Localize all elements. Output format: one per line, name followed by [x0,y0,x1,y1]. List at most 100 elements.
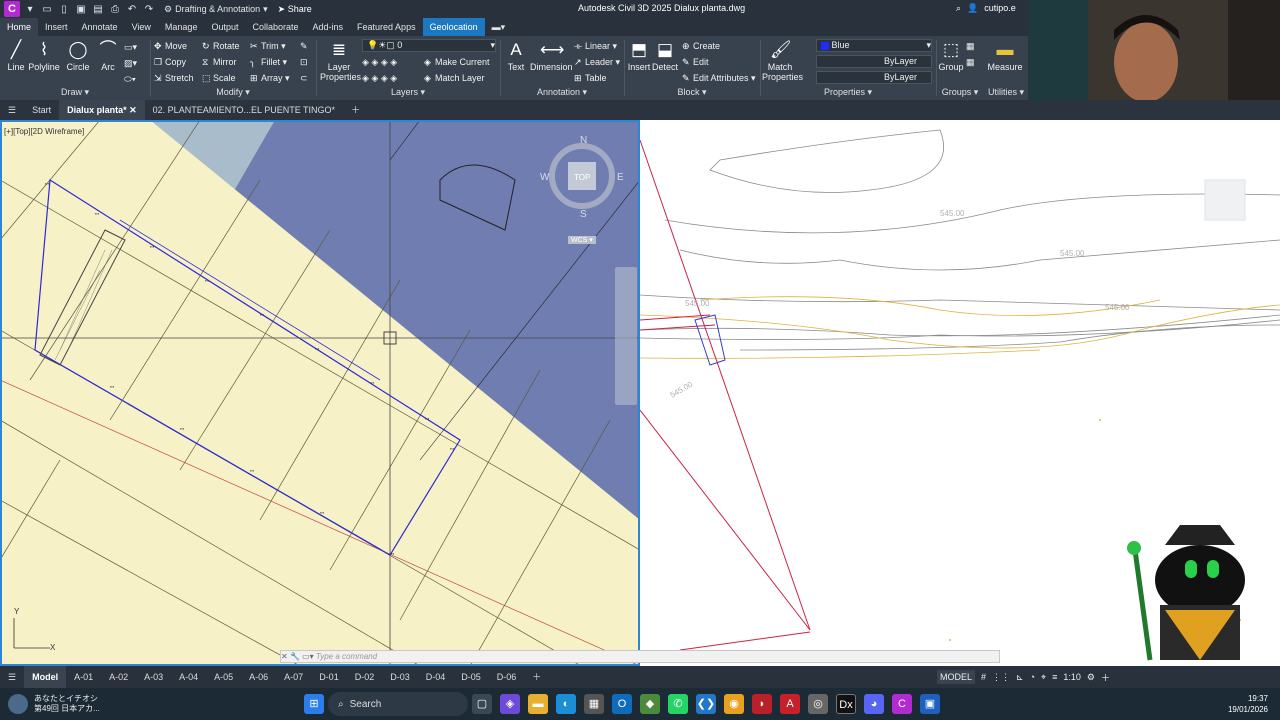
model-space-toggle[interactable]: MODEL [937,670,976,684]
layout-tab[interactable]: D-06 [489,666,525,688]
command-input[interactable]: Type a command [316,652,377,661]
share-button[interactable]: ➤ Share [278,4,312,15]
workspace-switcher[interactable]: ⚙ Drafting & Annotation ▾ [164,4,268,15]
tab-collaborate[interactable]: Collaborate [245,18,305,36]
rectangle-icon[interactable]: ▭▾ [124,42,137,53]
text-button[interactable]: A Text [504,40,528,72]
layers-group-label[interactable]: Layers ▾ [318,87,498,98]
lineweight-icon[interactable]: ≡ [1052,672,1057,682]
match-layer-button[interactable]: ◈ Match Layer [424,73,485,84]
groups-group-label[interactable]: Groups ▾ [938,87,982,98]
windows-start-icon[interactable]: ⊞ [304,694,324,714]
scale-button[interactable]: ⬚ Scale [202,73,236,84]
rotate-button[interactable]: ↻ Rotate [202,41,240,52]
chrome-icon[interactable]: ◉ [724,694,744,714]
color-dropdown[interactable]: Blue ▾ [816,39,932,52]
edge-icon[interactable]: ◐ [556,694,576,714]
copilot-icon[interactable]: ◈ [500,694,520,714]
erase-icon[interactable]: ✎ [300,41,308,52]
dx-app-icon[interactable]: Dx [836,694,856,714]
layout-tab[interactable]: A-06 [241,666,276,688]
linetype-dropdown[interactable]: ByLayer [816,55,932,68]
layout-tab[interactable]: D-04 [418,666,454,688]
group-button[interactable]: ⬚ Group [938,40,964,72]
lineweight-dropdown[interactable]: ByLayer [816,71,932,84]
command-line[interactable]: ✕ 🔧 ▭▾ Type a command [280,650,1000,663]
news-widget[interactable]: あなたとイチオシ 第49回 日本アカ... [0,694,300,714]
save-icon[interactable]: ▣ [74,3,88,16]
osnap-icon[interactable]: ⌖ [1041,672,1046,683]
task-view-icon[interactable]: ▢ [472,694,492,714]
mirror-button[interactable]: ⧖ Mirror [202,57,237,68]
tab-geolocation[interactable]: Geolocation [422,18,485,36]
taskbar-search[interactable]: ⌕ Search [328,692,468,716]
line-button[interactable]: ╱ Line [4,40,28,72]
outlook-icon[interactable]: O [612,694,632,714]
circle-button[interactable]: ◯ Circle [64,40,92,72]
ellipse-icon[interactable]: ⬭▾ [124,74,136,85]
table-button[interactable]: ⊞ Table [574,73,607,84]
ungroup-icon[interactable]: ▦ [966,41,975,52]
open-icon[interactable]: ▭ [40,3,54,16]
civil3d-taskbar-icon[interactable]: C [892,694,912,714]
layout-menu-icon[interactable]: ☰ [0,666,24,688]
drawing-tab-02[interactable]: 02. PLANTEAMIENTO...EL PUENTE TINGO* [145,100,343,120]
explode-icon[interactable]: ⊡ [300,57,308,68]
redo-icon[interactable]: ↷ [142,3,156,16]
fillet-button[interactable]: ╮ Fillet ▾ [250,57,287,68]
detect-button[interactable]: ⬓ Detect [652,40,678,72]
app-icon-3[interactable]: ◎ [808,694,828,714]
create-block-button[interactable]: ⊕ Create [682,41,720,52]
app-icon-1[interactable]: ◆ [640,694,660,714]
store-icon[interactable]: ▦ [584,694,604,714]
layout-tab-model[interactable]: Model [24,666,67,688]
wrench-icon[interactable]: 🔧 [290,652,302,661]
make-current-button[interactable]: ◈ Make Current [424,57,490,68]
hatch-icon[interactable]: ▨▾ [124,58,137,69]
tab-output[interactable]: Output [204,18,245,36]
tab-home[interactable]: Home [0,18,39,36]
hamburger-menu-icon[interactable]: ☰ [0,100,24,120]
search-icon[interactable]: ⌕ [956,3,961,14]
layout-tab[interactable]: A-07 [276,666,311,688]
add-layout-icon[interactable]: ＋ [524,666,549,688]
vscode-icon[interactable]: ❮❯ [696,694,716,714]
tab-featured-apps[interactable]: Featured Apps [350,18,423,36]
menu-arrow-icon[interactable]: ▾ [23,3,37,16]
modify-group-label[interactable]: Modify ▾ [152,87,314,98]
group-edit-icon[interactable]: ▦ [966,57,975,68]
left-viewport[interactable]: ▪▪▪ ▪▪▪ ▪▪▪ ▪▪▪ ▪▪▪ ▪▪▪ ▪▪▪ ▪▪▪ ▪▪▪ ▪▪▪ ▪▪▪ ▪▪▪ ▪▪▪… [0,120,640,666]
undo-icon[interactable]: ↶ [125,3,139,16]
ortho-icon[interactable]: ⊾ [1016,672,1024,683]
move-button[interactable]: ✥ Move [154,41,187,52]
layout-tab[interactable]: D-03 [382,666,418,688]
active-drawing-tab[interactable]: Dialux planta* ✕ [59,100,145,120]
start-tab[interactable]: Start [24,100,59,120]
annotation-scale[interactable]: 1:10 [1063,672,1081,682]
whatsapp-icon[interactable]: ✆ [668,694,688,714]
tab-annotate[interactable]: Annotate [75,18,125,36]
layout-tab[interactable]: D-01 [311,666,347,688]
match-properties-button[interactable]: 🖌 Match Properties [762,40,803,82]
right-viewcube[interactable] [1204,179,1246,221]
trim-button[interactable]: ✂ Trim ▾ [250,41,286,52]
arc-button[interactable]: ⌒ Arc [96,40,120,72]
layout-tab[interactable]: D-05 [453,666,489,688]
properties-group-label[interactable]: Properties ▾ [762,87,934,98]
user-name[interactable]: cutipo.e [984,3,1016,14]
layout-tab[interactable]: A-02 [101,666,136,688]
layout-tab[interactable]: A-01 [66,666,101,688]
wcs-menu[interactable]: WCS ▾ [568,236,596,244]
layer-tools-icon[interactable]: ◈ ◈ ◈ ◈ [362,57,397,68]
app-icon-2[interactable]: ◗ [752,694,772,714]
file-explorer-icon[interactable]: ▬ [528,694,548,714]
layout-tab[interactable]: D-02 [347,666,383,688]
right-viewport[interactable]: 545.00 545.00 545.00 545.00 545.00 [640,120,1280,666]
polar-icon[interactable]: ◔ [1030,672,1035,682]
viewport-label[interactable]: [+][Top][2D Wireframe] [4,127,84,136]
copy-button[interactable]: ❐ Copy [154,57,186,68]
user-icon[interactable]: 👤 [967,3,978,14]
layer-dropdown[interactable]: 💡☀▢ 0 ▾ [362,39,496,52]
new-icon[interactable]: ▯ [57,3,71,16]
layout-tab[interactable]: A-05 [206,666,241,688]
